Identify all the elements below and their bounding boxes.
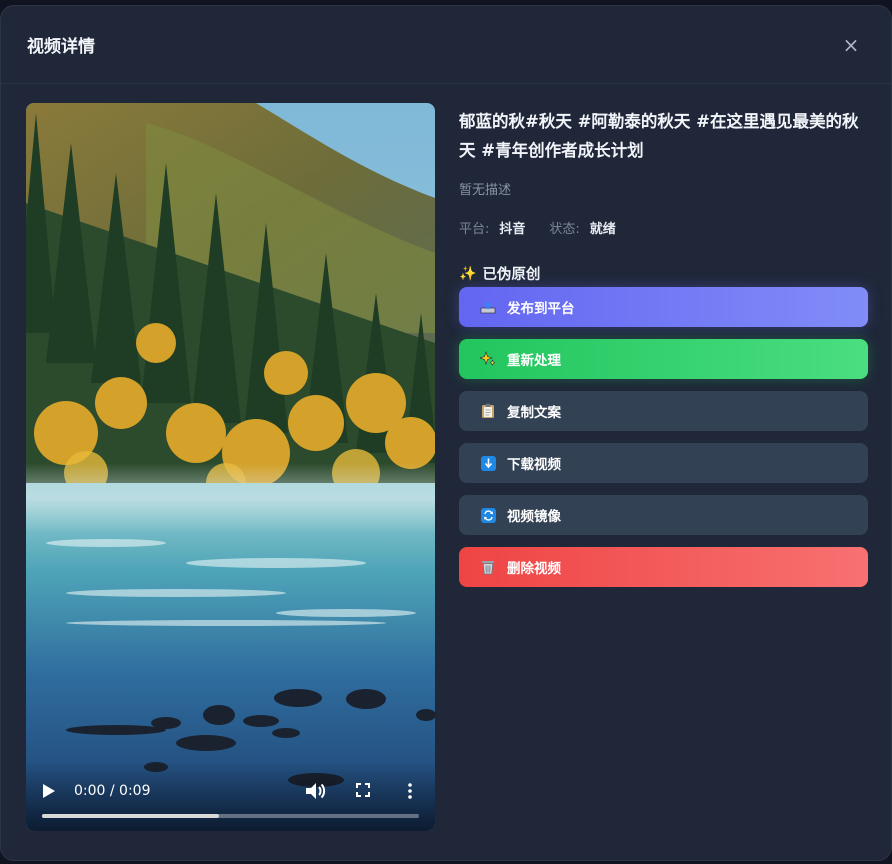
sparkles-icon [479,350,497,368]
download-video-button-label: 下载视频 [507,457,561,473]
reprocess-button[interactable]: 重新处理 [459,339,868,379]
video-controls-bar: 0:00 / 0:09 [26,761,435,831]
video-time: 0:00 / 0:09 [74,783,151,799]
download-video-button[interactable]: 下载视频 [459,443,868,483]
trash-can-icon [479,558,497,576]
delete-video-button-label: 删除视频 [507,561,561,577]
close-icon: × [842,32,860,57]
tray-upload-icon [479,298,497,316]
video-frame-image [26,103,435,831]
platform-value: 抖音 [499,222,526,237]
video-meta: 平台: 抖音 状态: 就绪 [459,218,868,237]
clipboard-icon [479,402,497,420]
publish-button[interactable]: 发布到平台 [459,287,868,327]
delete-video-button[interactable]: 删除视频 [459,547,868,587]
video-description: 暂无描述 [459,183,512,198]
modal-header: 视频详情 × [1,6,891,84]
fullscreen-icon[interactable] [356,783,370,797]
video-player[interactable]: 0:00 / 0:09 [26,103,435,831]
download-arrow-icon [479,454,497,472]
refresh-arrows-icon [479,506,497,524]
video-info-panel: 郁蓝的秋#秋天 #阿勒泰的秋天 #在这里遇见最美的秋天 #青年创作者成长计划 暂… [459,107,868,284]
copy-text-button[interactable]: 复制文案 [459,391,868,431]
publish-button-label: 发布到平台 [507,301,575,317]
copy-text-button-label: 复制文案 [507,405,561,421]
sparkles-icon: ✨ [459,265,477,282]
play-icon[interactable] [42,783,56,799]
section-pseudo-original: ✨ 已伪原创 [459,263,868,284]
volume-icon[interactable] [304,781,326,801]
status-label: 状态: [549,222,580,237]
close-button[interactable]: × [839,33,863,57]
video-title: 郁蓝的秋#秋天 #阿勒泰的秋天 #在这里遇见最美的秋天 #青年创作者成长计划 [459,112,859,160]
platform-label: 平台: [459,222,490,237]
mirror-video-button[interactable]: 视频镜像 [459,495,868,535]
mirror-video-button-label: 视频镜像 [507,509,561,525]
status-value: 就绪 [589,222,616,237]
video-progress-fill [42,814,220,818]
modal-title: 视频详情 [27,37,95,57]
section-title: 已伪原创 [482,267,541,283]
more-options-icon[interactable] [404,781,416,801]
video-progress-bar[interactable] [42,814,419,818]
reprocess-button-label: 重新处理 [507,353,561,369]
